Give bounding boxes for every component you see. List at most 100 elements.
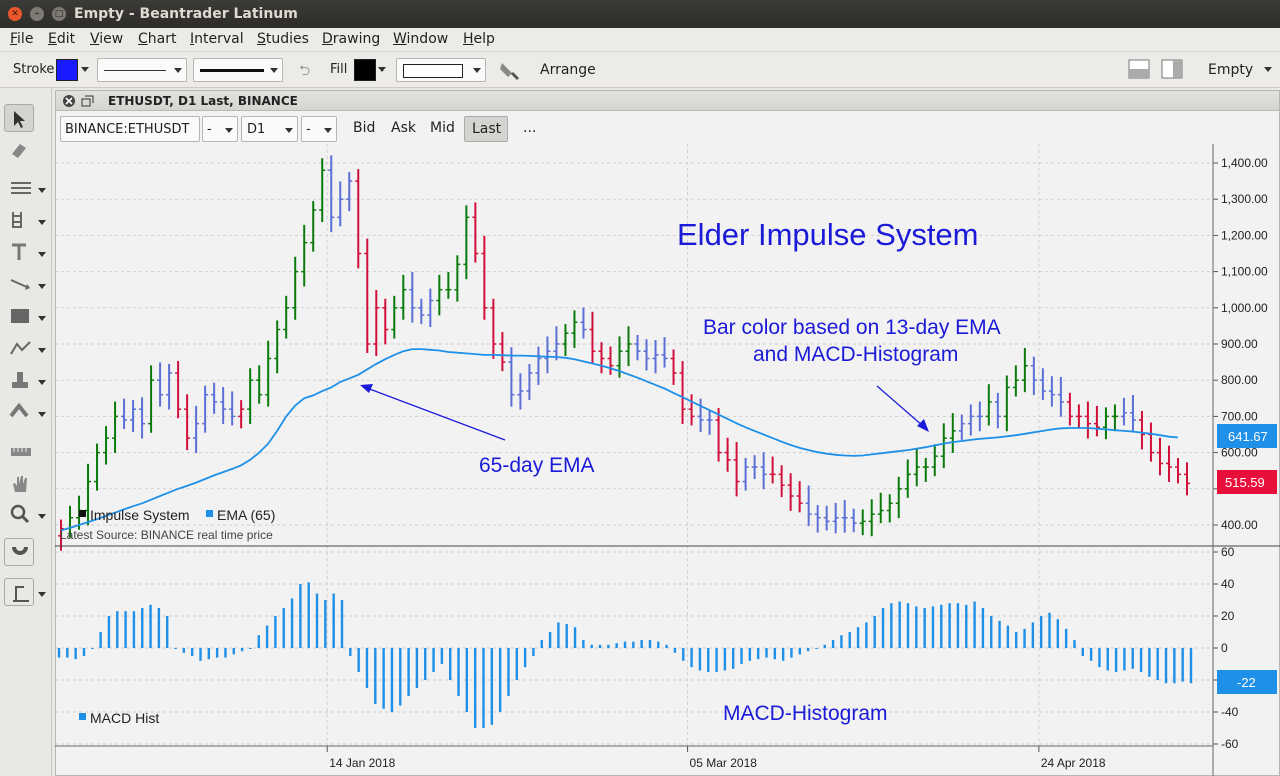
price-bar xyxy=(256,365,263,404)
price-bar xyxy=(445,271,452,299)
menu-help[interactable]: Help xyxy=(463,31,495,47)
menu-chart[interactable]: Chart xyxy=(138,31,176,47)
chevron-down-icon[interactable] xyxy=(38,348,46,353)
menu-window[interactable]: Window xyxy=(393,31,448,47)
text-tool[interactable] xyxy=(4,238,34,266)
histogram-bar xyxy=(166,616,169,648)
histogram-bar xyxy=(290,598,294,648)
price-bar xyxy=(913,449,920,487)
price-bar xyxy=(553,326,560,361)
histogram-bar xyxy=(465,648,469,712)
hline-tool[interactable] xyxy=(4,174,34,202)
histogram-bar xyxy=(1139,648,1143,672)
minimize-icon[interactable]: – xyxy=(30,7,44,21)
clear-drawings-icon[interactable] xyxy=(498,59,524,81)
price-bar xyxy=(391,295,398,339)
impulse-legend-swatch xyxy=(79,510,86,517)
stamp-tool[interactable] xyxy=(4,366,34,394)
horizontal-lines-icon xyxy=(11,182,31,194)
price-bar xyxy=(112,401,119,453)
fib-tool[interactable] xyxy=(4,206,34,234)
arrange-menu[interactable]: Arrange xyxy=(540,62,596,78)
histogram-bar xyxy=(748,648,752,661)
histogram-bar xyxy=(249,648,252,649)
line-width-select[interactable] xyxy=(193,58,283,82)
pattern-tool[interactable] xyxy=(4,398,34,426)
price-bar xyxy=(1184,462,1190,496)
close-icon[interactable]: ✕ xyxy=(8,7,22,21)
trendline-tool[interactable] xyxy=(4,270,34,298)
price-bar xyxy=(832,502,839,534)
histogram-bar xyxy=(299,584,302,648)
chevron-down-icon[interactable] xyxy=(1264,67,1272,72)
histogram-bar xyxy=(532,648,535,656)
price-bar xyxy=(805,485,812,527)
histogram-bar xyxy=(665,644,668,648)
histogram-bar xyxy=(981,608,985,648)
chart-svg[interactable]: 1,400.00 1,300.00 1,200.00 1,100.00 1,000.00… xyxy=(55,90,1280,776)
price-bar xyxy=(778,465,785,498)
price-bar xyxy=(355,169,362,269)
histogram-bar xyxy=(973,601,976,648)
workspace-select[interactable]: Empty xyxy=(1208,62,1253,78)
eraser-tool[interactable] xyxy=(4,136,34,164)
histogram-bar xyxy=(740,648,743,664)
histogram-bar xyxy=(365,648,369,688)
chevron-down-icon[interactable] xyxy=(378,67,386,72)
menu-file[interactable]: File xyxy=(10,31,33,47)
source-label: Latest Source: BINANCE real time price xyxy=(60,528,273,542)
price-bar xyxy=(346,172,353,212)
price-bar xyxy=(895,476,902,519)
chevron-down-icon[interactable] xyxy=(38,514,46,519)
stroke-label: Stroke xyxy=(13,62,55,77)
price-bar xyxy=(463,205,470,280)
ema-legend: EMA (65) xyxy=(217,507,275,523)
zoom-tool[interactable] xyxy=(4,500,34,528)
chevron-down-icon[interactable] xyxy=(38,592,46,597)
menu-studies[interactable]: Studies xyxy=(257,31,309,47)
chevron-down-icon[interactable] xyxy=(38,412,46,417)
line-style-select[interactable] xyxy=(97,58,187,82)
layout-vertical-icon[interactable] xyxy=(1161,59,1183,79)
price-tick-label: 1,100.00 xyxy=(1221,265,1268,279)
menu-drawing[interactable]: Drawing xyxy=(322,31,380,47)
swap-icon[interactable]: ⮌ xyxy=(299,60,310,84)
menu-view[interactable]: View xyxy=(90,31,123,47)
histogram-bar xyxy=(1056,619,1060,648)
pointer-tool[interactable] xyxy=(4,104,34,132)
pan-tool[interactable] xyxy=(4,470,34,498)
shape-tool[interactable] xyxy=(4,302,34,330)
histogram-bar xyxy=(157,608,161,648)
histogram-bar xyxy=(1106,648,1109,671)
maximize-icon[interactable]: □ xyxy=(52,7,66,21)
layout-horizontal-icon[interactable] xyxy=(1128,59,1150,79)
menu-edit[interactable]: Edit xyxy=(48,31,75,47)
menu-interval[interactable]: Interval xyxy=(190,31,244,47)
chevron-down-icon[interactable] xyxy=(38,380,46,385)
fill-color-swatch[interactable] xyxy=(354,59,376,81)
measure-tool[interactable] xyxy=(4,438,34,466)
polyline-tool[interactable] xyxy=(4,334,34,362)
chevron-down-icon[interactable] xyxy=(38,316,46,321)
histogram-bar xyxy=(815,648,818,649)
histogram-bar xyxy=(457,648,460,696)
fill-style-select[interactable] xyxy=(396,58,486,82)
chevron-down-icon[interactable] xyxy=(38,284,46,289)
chevron-down-icon[interactable] xyxy=(38,188,46,193)
price-bar xyxy=(742,458,749,491)
histogram-bar xyxy=(1039,616,1043,648)
hand-icon xyxy=(13,476,27,492)
price-bar xyxy=(634,334,641,361)
chevron-down-icon[interactable] xyxy=(38,220,46,225)
chevron-down-icon[interactable] xyxy=(81,67,89,72)
price-bar xyxy=(1039,368,1046,401)
histogram-bar xyxy=(82,648,86,656)
price-bar xyxy=(706,410,713,435)
magnet-tool[interactable] xyxy=(4,538,34,566)
chevron-down-icon[interactable] xyxy=(38,252,46,257)
histogram-bar xyxy=(940,604,943,648)
template-tool[interactable] xyxy=(4,578,34,606)
stroke-color-swatch[interactable] xyxy=(56,59,78,81)
histogram-bar xyxy=(598,644,602,648)
price-bar xyxy=(526,363,533,401)
